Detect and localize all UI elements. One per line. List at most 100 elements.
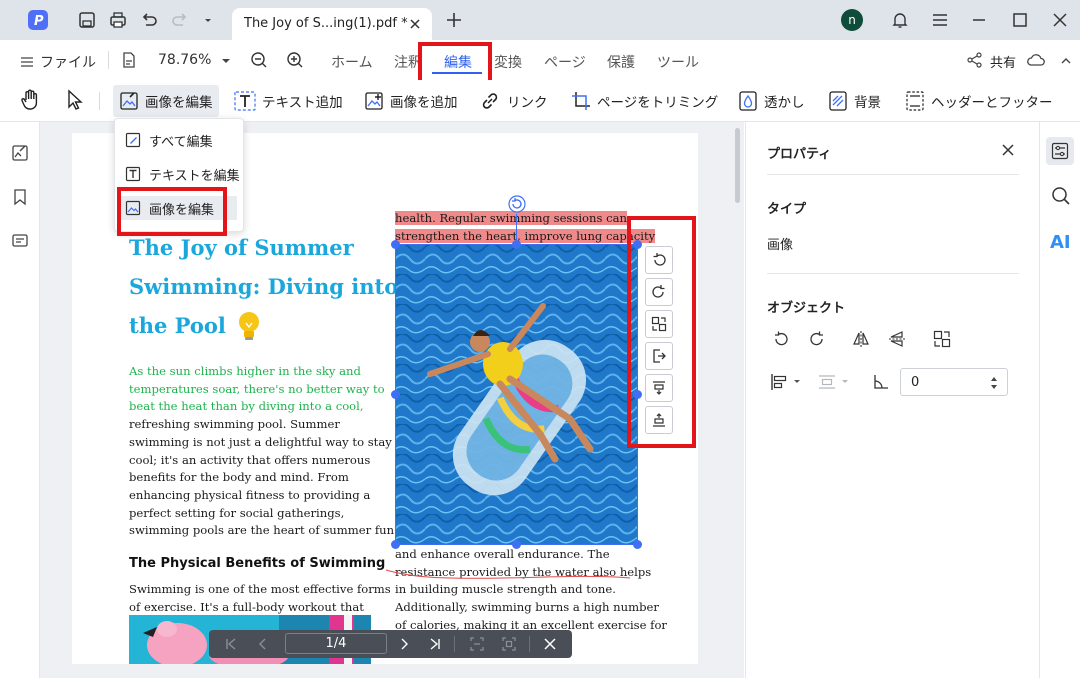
zoom-out-icon[interactable] <box>250 51 268 69</box>
section-paragraph[interactable]: Swimming is one of the most effective fo… <box>129 581 391 616</box>
zoom-dropdown-icon[interactable] <box>220 56 232 66</box>
header-footer-button[interactable]: ヘッダーとフッター <box>905 89 1053 113</box>
resize-handle-top-left[interactable] <box>391 240 400 249</box>
text-line: swimming pools are the heart of summer f… <box>129 523 398 538</box>
document-title[interactable]: The Joy of Summer Swimming: Diving into … <box>129 228 398 345</box>
background-button[interactable]: 背景 <box>828 89 881 113</box>
svg-text:AI: AI <box>1050 232 1071 252</box>
crop-page-button[interactable]: ページをトリミング <box>571 89 718 113</box>
page-view-icon[interactable] <box>121 52 137 68</box>
tab-tools[interactable]: ツール <box>657 52 699 72</box>
flip-vertical-icon[interactable] <box>888 330 906 348</box>
new-tab-icon[interactable] <box>445 11 463 29</box>
crop-icon <box>572 92 590 110</box>
add-text-button[interactable]: テキスト追加 <box>234 89 343 113</box>
header-footer-icon <box>906 91 924 111</box>
thumbnail-panel-icon[interactable] <box>11 144 29 162</box>
ai-assistant-icon[interactable]: AI <box>1050 230 1074 252</box>
close-panel-icon[interactable] <box>1000 142 1016 158</box>
edit-all-item[interactable]: すべて編集 <box>125 128 213 152</box>
zoom-value[interactable]: 78.76% <box>158 52 211 68</box>
text-line: refreshing swimming pool. Summer <box>129 417 340 432</box>
zoom-in-icon[interactable] <box>286 51 304 69</box>
comment-icon[interactable] <box>11 232 29 250</box>
resize-handle-bottom-right[interactable] <box>633 540 642 549</box>
section-heading[interactable]: The Physical Benefits of Swimming <box>129 556 385 571</box>
rotate-handle-icon[interactable] <box>507 194 527 214</box>
document-tab[interactable]: The Joy of S...ing(1).pdf * <box>232 8 432 40</box>
right-column-top-text[interactable]: health. Regular swimming sessions can st… <box>395 210 656 245</box>
red-underline-annotation[interactable] <box>384 566 634 582</box>
type-value: 画像 <box>767 238 794 253</box>
select-tool-icon[interactable] <box>64 89 84 111</box>
fit-page-icon[interactable] <box>501 636 517 652</box>
rotate-left-icon[interactable] <box>772 330 790 348</box>
rotate-handle-line <box>516 214 517 242</box>
angle-input[interactable]: 0 <box>900 368 1008 396</box>
stepper-icon[interactable] <box>989 375 999 391</box>
crop-page-label: ページをトリミング <box>597 95 719 111</box>
link-button[interactable]: リンク <box>479 89 548 113</box>
close-tab-icon[interactable] <box>408 17 422 31</box>
avatar[interactable]: n <box>841 9 863 31</box>
save-icon[interactable] <box>78 11 96 29</box>
edit-image-button[interactable]: 画像を編集 <box>113 85 219 117</box>
cloud-icon[interactable] <box>1027 52 1045 68</box>
tab-home[interactable]: ホーム <box>331 52 373 72</box>
text-line: Swimming is one of the most effective fo… <box>129 582 391 596</box>
tab-page[interactable]: ページ <box>544 52 586 72</box>
bell-icon[interactable] <box>891 11 909 29</box>
share-label[interactable]: 共有 <box>990 52 1016 71</box>
align-dropdown[interactable] <box>770 373 802 391</box>
redo-icon[interactable] <box>171 11 189 29</box>
share-icon[interactable] <box>967 52 983 68</box>
minimize-icon[interactable] <box>970 11 988 29</box>
resize-handle-left[interactable] <box>391 390 400 399</box>
highlight-box-edit-image-item <box>117 187 227 236</box>
vertical-scrollbar[interactable] <box>735 128 740 203</box>
bookmark-icon[interactable] <box>11 188 29 206</box>
file-menu-label: ファイル <box>40 55 96 71</box>
text-line: in building muscle strength and tone. <box>395 582 616 597</box>
flip-horizontal-icon[interactable] <box>852 330 870 348</box>
edit-toolbar: 画像を編集 テキスト追加 画像を追加 リンク ページをトリミング 透かし 背景 … <box>0 80 1080 122</box>
print-icon[interactable] <box>109 11 127 29</box>
properties-panel: プロパティ タイプ 画像 オブジェクト 0 <box>745 122 1039 678</box>
maximize-icon[interactable] <box>1011 11 1029 29</box>
rotate-right-icon[interactable] <box>808 330 826 348</box>
expand-up-icon[interactable] <box>1060 56 1072 66</box>
close-navigator-icon[interactable] <box>542 636 558 652</box>
previous-page-icon[interactable] <box>255 636 271 652</box>
add-text-label: テキスト追加 <box>262 95 343 111</box>
resize-handle-bottom[interactable] <box>512 540 521 549</box>
lightbulb-icon <box>238 311 259 340</box>
intro-paragraph[interactable]: As the sun climbs higher in the sky and … <box>129 363 398 540</box>
right-column-bottom-text[interactable]: and enhance overall endurance. The resis… <box>395 546 667 635</box>
last-page-icon[interactable] <box>427 636 443 652</box>
chevron-down-icon[interactable] <box>202 14 220 32</box>
watermark-label: 透かし <box>764 95 805 111</box>
menu-icon[interactable] <box>931 11 949 29</box>
divider <box>529 636 530 652</box>
replace-image-icon[interactable] <box>933 330 951 348</box>
first-page-icon[interactable] <box>223 636 239 652</box>
next-page-icon[interactable] <box>396 636 412 652</box>
hand-tool-icon[interactable] <box>19 88 41 112</box>
close-window-icon[interactable] <box>1051 11 1069 29</box>
file-menu[interactable]: ファイル <box>20 52 96 72</box>
watermark-button[interactable]: 透かし <box>738 89 805 113</box>
page-number-input[interactable]: 1/4 <box>285 633 387 654</box>
tab-protect[interactable]: 保護 <box>607 52 635 72</box>
fit-width-icon[interactable] <box>469 636 485 652</box>
resize-handle-bottom-left[interactable] <box>391 540 400 549</box>
properties-toggle[interactable] <box>1046 137 1074 165</box>
undo-icon[interactable] <box>140 11 158 29</box>
divider <box>99 92 100 110</box>
add-image-button[interactable]: 画像を追加 <box>364 89 458 113</box>
distribute-dropdown[interactable] <box>818 373 850 391</box>
distribute-icon <box>819 375 835 389</box>
edit-text-item[interactable]: テキストを編集 <box>125 162 240 186</box>
search-icon[interactable] <box>1051 186 1071 206</box>
tab-convert[interactable]: 変換 <box>494 52 522 72</box>
properties-title: プロパティ <box>767 147 832 162</box>
